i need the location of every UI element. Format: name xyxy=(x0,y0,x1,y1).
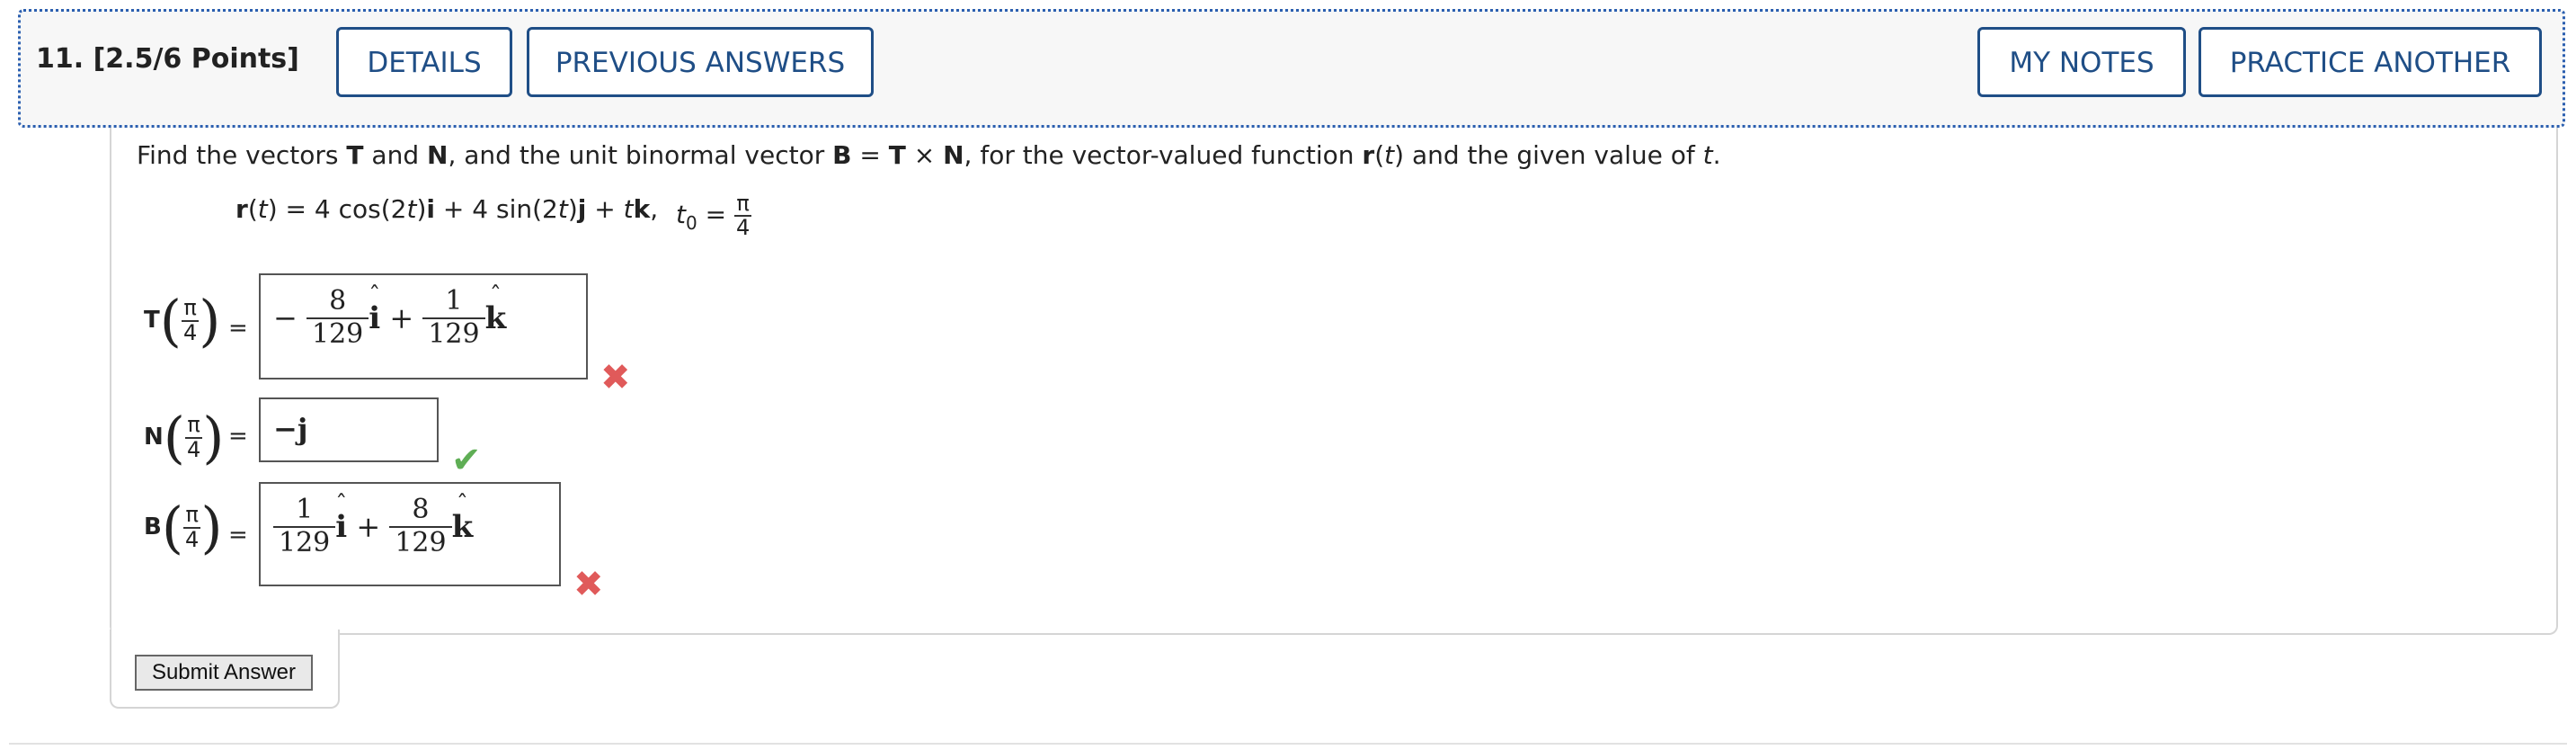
incorrect-icon: ✖ xyxy=(600,357,631,398)
normal-vector-label: N(π 4) xyxy=(144,405,225,470)
panel-footer-join xyxy=(111,626,338,638)
equals-sign: = xyxy=(228,423,248,450)
question-number-points: 11. [2.5/6 Points] xyxy=(36,43,299,75)
incorrect-icon: ✖ xyxy=(573,564,604,605)
binormal-vector-label: B(π 4) xyxy=(144,495,223,560)
divider xyxy=(9,743,2567,745)
vector-function: r(t) = 4 cos(2t)i + 4 sin(2t)j + tk, xyxy=(235,194,659,224)
equals-sign: = xyxy=(228,522,248,549)
t0-value: t0 = π4 xyxy=(676,191,752,241)
my-notes-button[interactable]: MY NOTES xyxy=(1977,27,2186,97)
practice-another-button[interactable]: PRACTICE ANOTHER xyxy=(2198,27,2542,97)
equals-sign: = xyxy=(228,315,248,342)
details-button[interactable]: DETAILS xyxy=(336,27,512,97)
submit-answer-button[interactable]: Submit Answer xyxy=(135,655,313,691)
normal-answer-box[interactable]: −j xyxy=(259,397,439,462)
tangent-answer-box[interactable]: − 8 129 ˆ i + 1 129 ˆ k xyxy=(259,273,588,379)
correct-icon: ✔ xyxy=(451,440,482,481)
previous-answers-button[interactable]: PREVIOUS ANSWERS xyxy=(527,27,874,97)
binormal-answer-box[interactable]: 1 129 ˆ i + 8 129 ˆ k xyxy=(259,482,561,586)
tangent-vector-label: T(π 4) xyxy=(144,288,221,353)
question-prompt: Find the vectors T and N, and the unit b… xyxy=(137,140,1721,170)
